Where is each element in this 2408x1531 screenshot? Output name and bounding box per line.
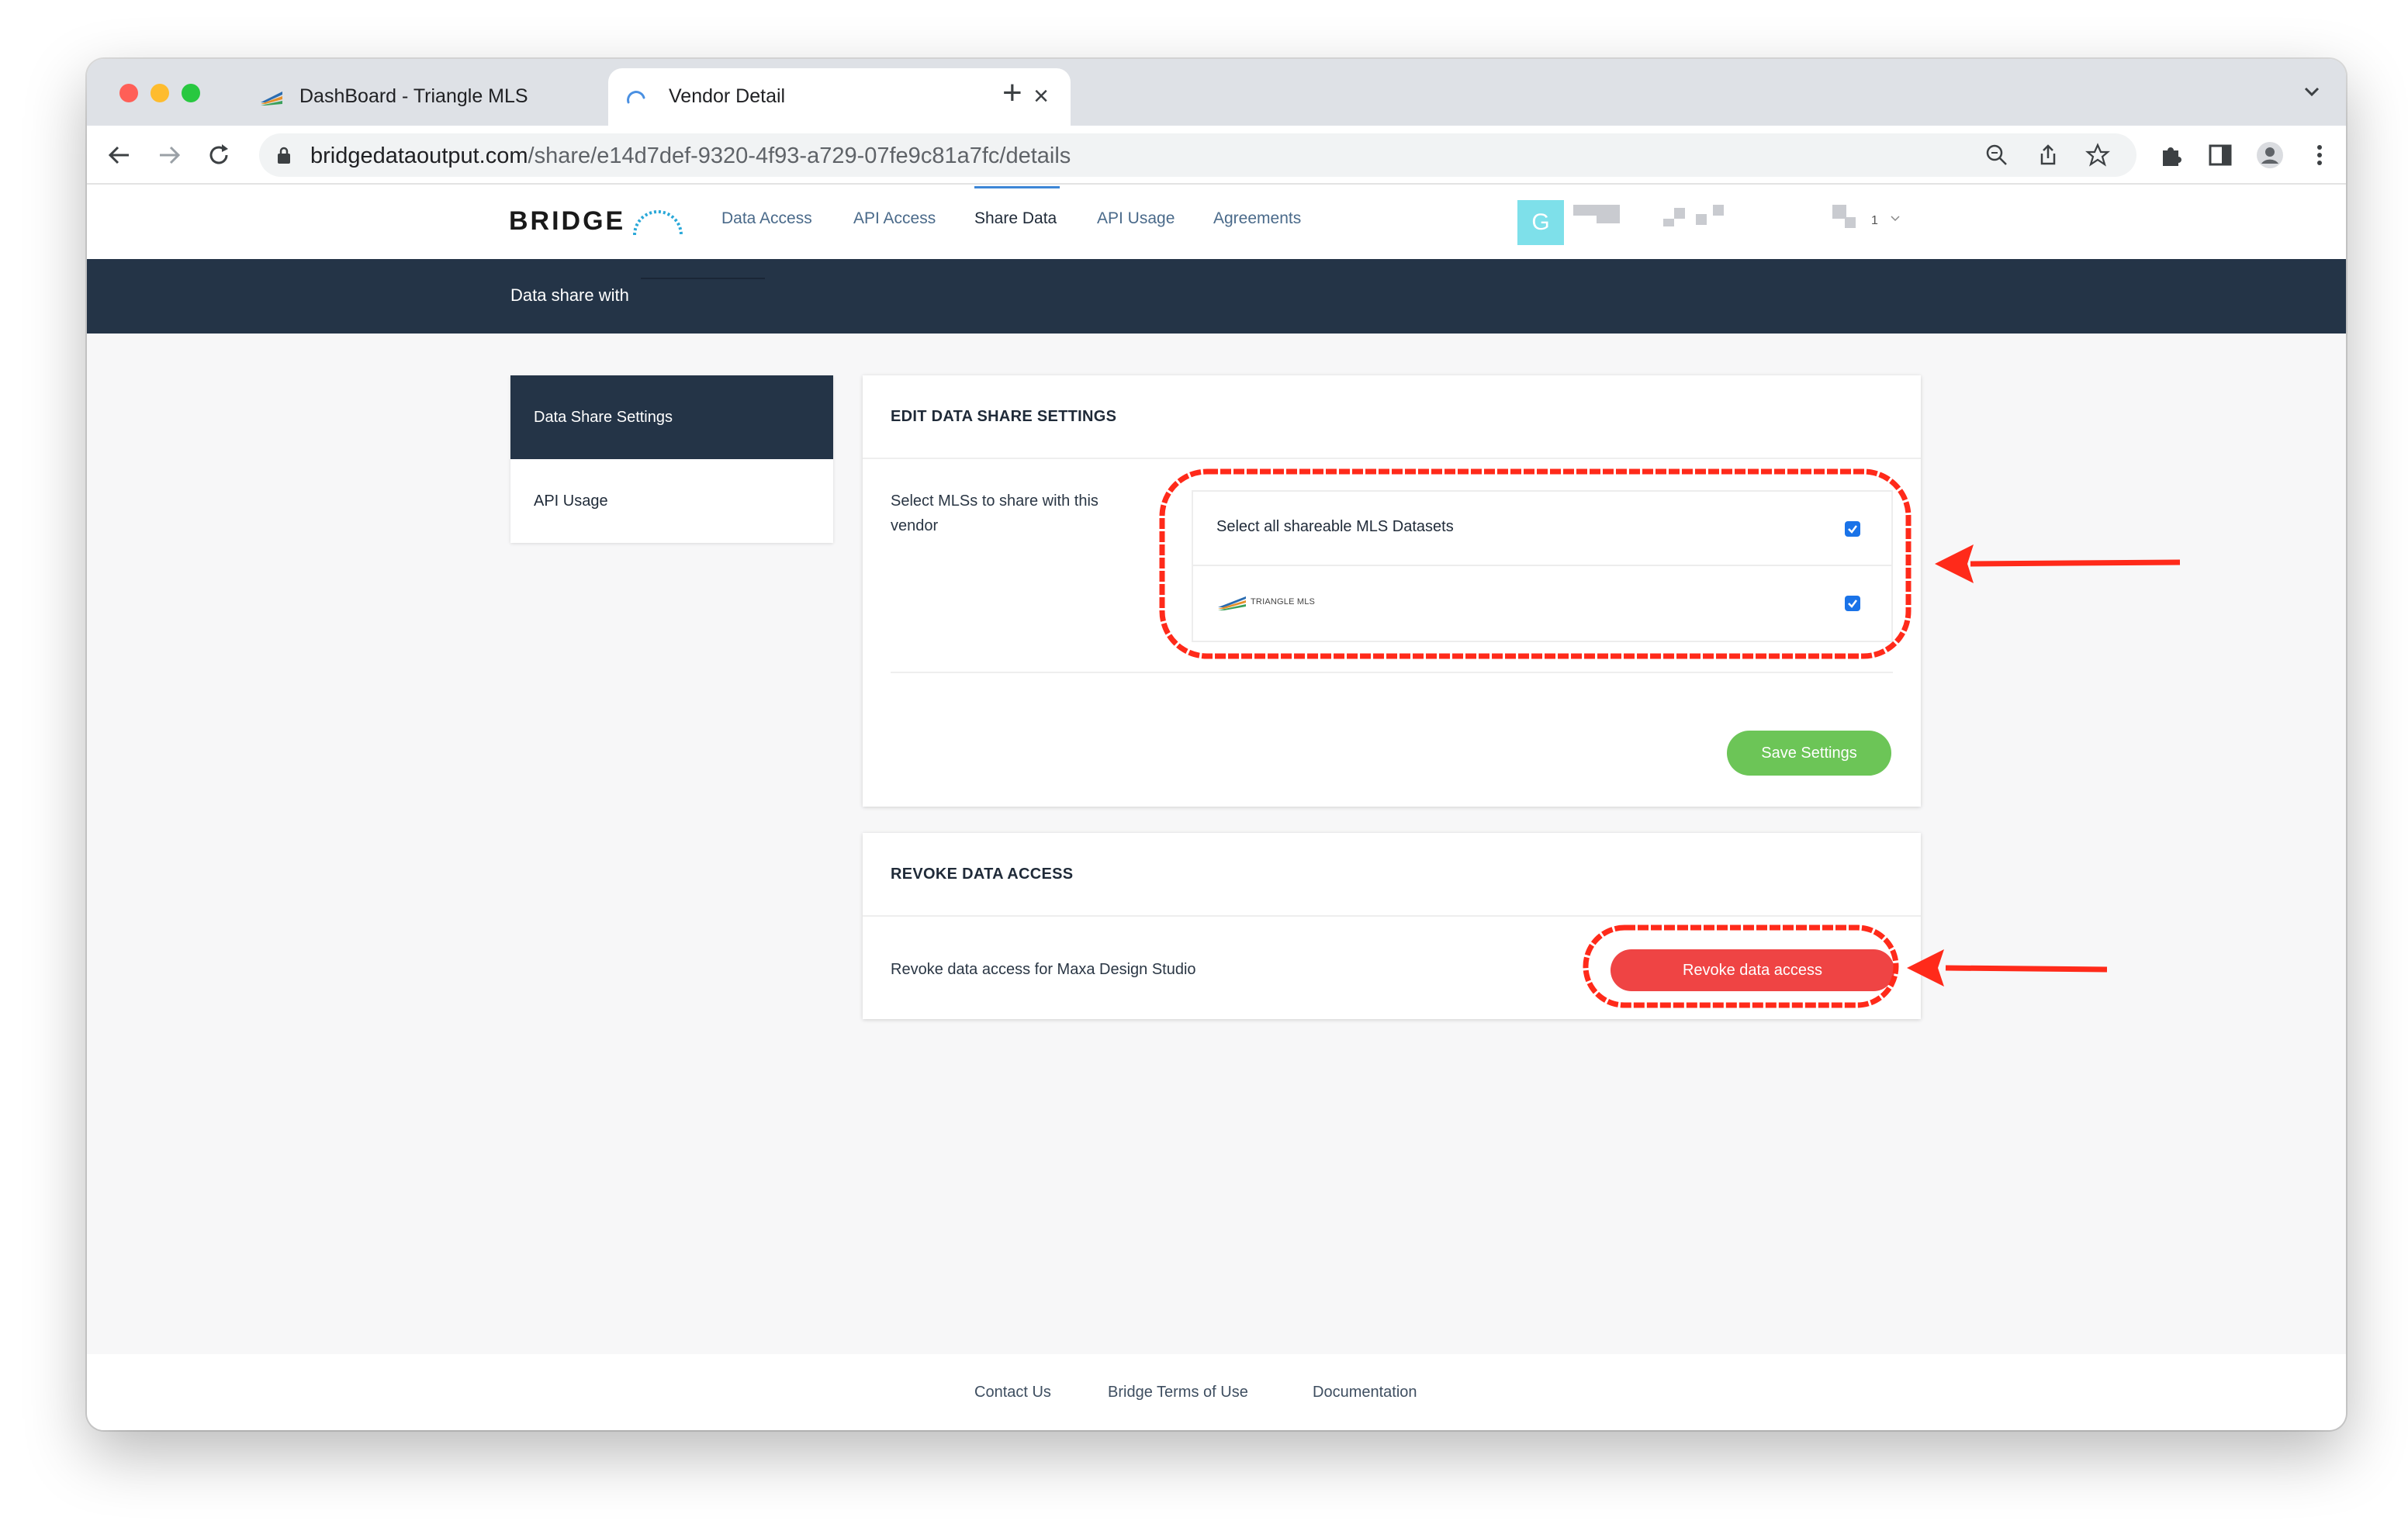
list-item: Select all shareable MLS Datasets [1193, 492, 1891, 566]
redacted-user-info [1674, 208, 1685, 219]
user-avatar[interactable]: G [1517, 200, 1564, 245]
redacted-user-info [1713, 205, 1724, 216]
nav-agreements[interactable]: Agreements [1213, 209, 1301, 228]
checkmark-icon [1848, 600, 1857, 608]
list-item: TRIANGLE MLS [1193, 566, 1891, 641]
card-title: EDIT DATA SHARE SETTINGS [863, 375, 1921, 459]
nav-share-data[interactable]: Share Data [974, 209, 1057, 228]
more-menu-icon[interactable] [2306, 141, 2334, 169]
divider [891, 672, 1893, 673]
tab-strip: DashBoard - Triangle MLS × Vendor Detail… [87, 59, 2346, 126]
bookmark-star-icon[interactable] [2085, 143, 2110, 168]
triangle-mls-logo-icon [1218, 596, 1246, 610]
redacted-user-info [1696, 214, 1707, 225]
side-menu: Data Share Settings API Usage [510, 375, 833, 543]
footer-link-terms-of-use[interactable]: Bridge Terms of Use [1108, 1384, 1248, 1401]
footer-link-documentation[interactable]: Documentation [1313, 1384, 1417, 1401]
browser-window: DashBoard - Triangle MLS × Vendor Detail… [87, 59, 2346, 1430]
revoke-data-access-button[interactable]: Revoke data access [1611, 949, 1894, 991]
loading-spinner-icon [627, 91, 645, 104]
chevron-down-icon[interactable] [1890, 213, 1901, 223]
minimize-window-button[interactable] [150, 84, 169, 102]
chevron-down-icon[interactable] [2301, 81, 2323, 102]
extensions-puzzle-icon[interactable] [2157, 141, 2185, 169]
url-text: bridgedataoutput.com/share/e14d7def-9320… [310, 143, 1071, 168]
side-panel-icon[interactable] [2206, 141, 2234, 169]
active-nav-indicator [974, 186, 1060, 188]
bridge-logo[interactable]: BRIDGE [509, 202, 684, 240]
sidebar-item-api-usage[interactable]: API Usage [510, 459, 833, 543]
user-count: 1 [1871, 214, 1878, 227]
profile-avatar-icon[interactable] [2256, 141, 2284, 169]
triangle-mls-checkbox[interactable] [1845, 596, 1860, 611]
lock-icon [278, 147, 290, 164]
revoke-description: Revoke data access for Maxa Design Studi… [891, 961, 1196, 978]
tab-title: DashBoard - Triangle MLS [299, 85, 528, 107]
nav-api-usage[interactable]: API Usage [1097, 209, 1175, 228]
redacted-user-info [1663, 219, 1674, 226]
select-all-checkbox[interactable] [1845, 521, 1860, 537]
redacted-user-info [1573, 205, 1620, 216]
save-settings-button[interactable]: Save Settings [1727, 731, 1891, 776]
forward-arrow-icon[interactable] [155, 141, 183, 169]
new-tab-icon[interactable]: + [1002, 76, 1022, 110]
card-title: REVOKE DATA ACCESS [863, 833, 1921, 917]
tab-vendor-detail[interactable]: Vendor Detail × [608, 68, 1071, 126]
page-title: Data share with [510, 285, 629, 305]
sidebar-item-data-share-settings[interactable]: Data Share Settings [510, 375, 833, 459]
maximize-window-button[interactable] [182, 84, 200, 102]
footer-link-contact-us[interactable]: Contact Us [974, 1384, 1051, 1401]
browser-toolbar: bridgedataoutput.com/share/e14d7def-9320… [87, 126, 2346, 185]
revoke-data-access-card: REVOKE DATA ACCESS Revoke data access fo… [863, 833, 1921, 1019]
nav-data-access[interactable]: Data Access [721, 209, 812, 228]
redacted-vendor-name [641, 278, 765, 279]
back-arrow-icon[interactable] [106, 141, 133, 169]
triangle-mls-favicon-icon [261, 92, 282, 105]
reload-icon[interactable] [205, 141, 233, 169]
share-icon[interactable] [2036, 143, 2060, 168]
triangle-mls-logo: TRIANGLE MLS [1216, 588, 1315, 616]
mls-select-prompt: Select MLSs to share with this vendor [891, 492, 1098, 534]
mls-dataset-list: Select all shareable MLS Datasets TRIANG… [1192, 490, 1893, 642]
close-window-button[interactable] [119, 84, 138, 102]
nav-api-access[interactable]: API Access [853, 209, 936, 228]
tab-title: Vendor Detail [669, 85, 786, 107]
page-footer: Contact Us Bridge Terms of Use Documenta… [87, 1354, 2346, 1430]
close-tab-icon[interactable]: × [1033, 81, 1049, 112]
checkmark-icon [1848, 525, 1857, 534]
select-all-label: Select all shareable MLS Datasets [1216, 518, 1454, 535]
edit-data-share-settings-card: EDIT DATA SHARE SETTINGS Select MLSs to … [863, 375, 1921, 807]
zoom-icon[interactable] [1984, 143, 2009, 168]
site-header: BRIDGE Data Access API Access Share Data… [87, 185, 2346, 259]
redacted-user-info [1845, 217, 1856, 228]
bridge-arc-icon [633, 210, 683, 236]
address-bar[interactable]: bridgedataoutput.com/share/e14d7def-9320… [259, 133, 2136, 177]
page-banner: Data share with [87, 259, 2346, 334]
redacted-user-info [1597, 216, 1620, 223]
